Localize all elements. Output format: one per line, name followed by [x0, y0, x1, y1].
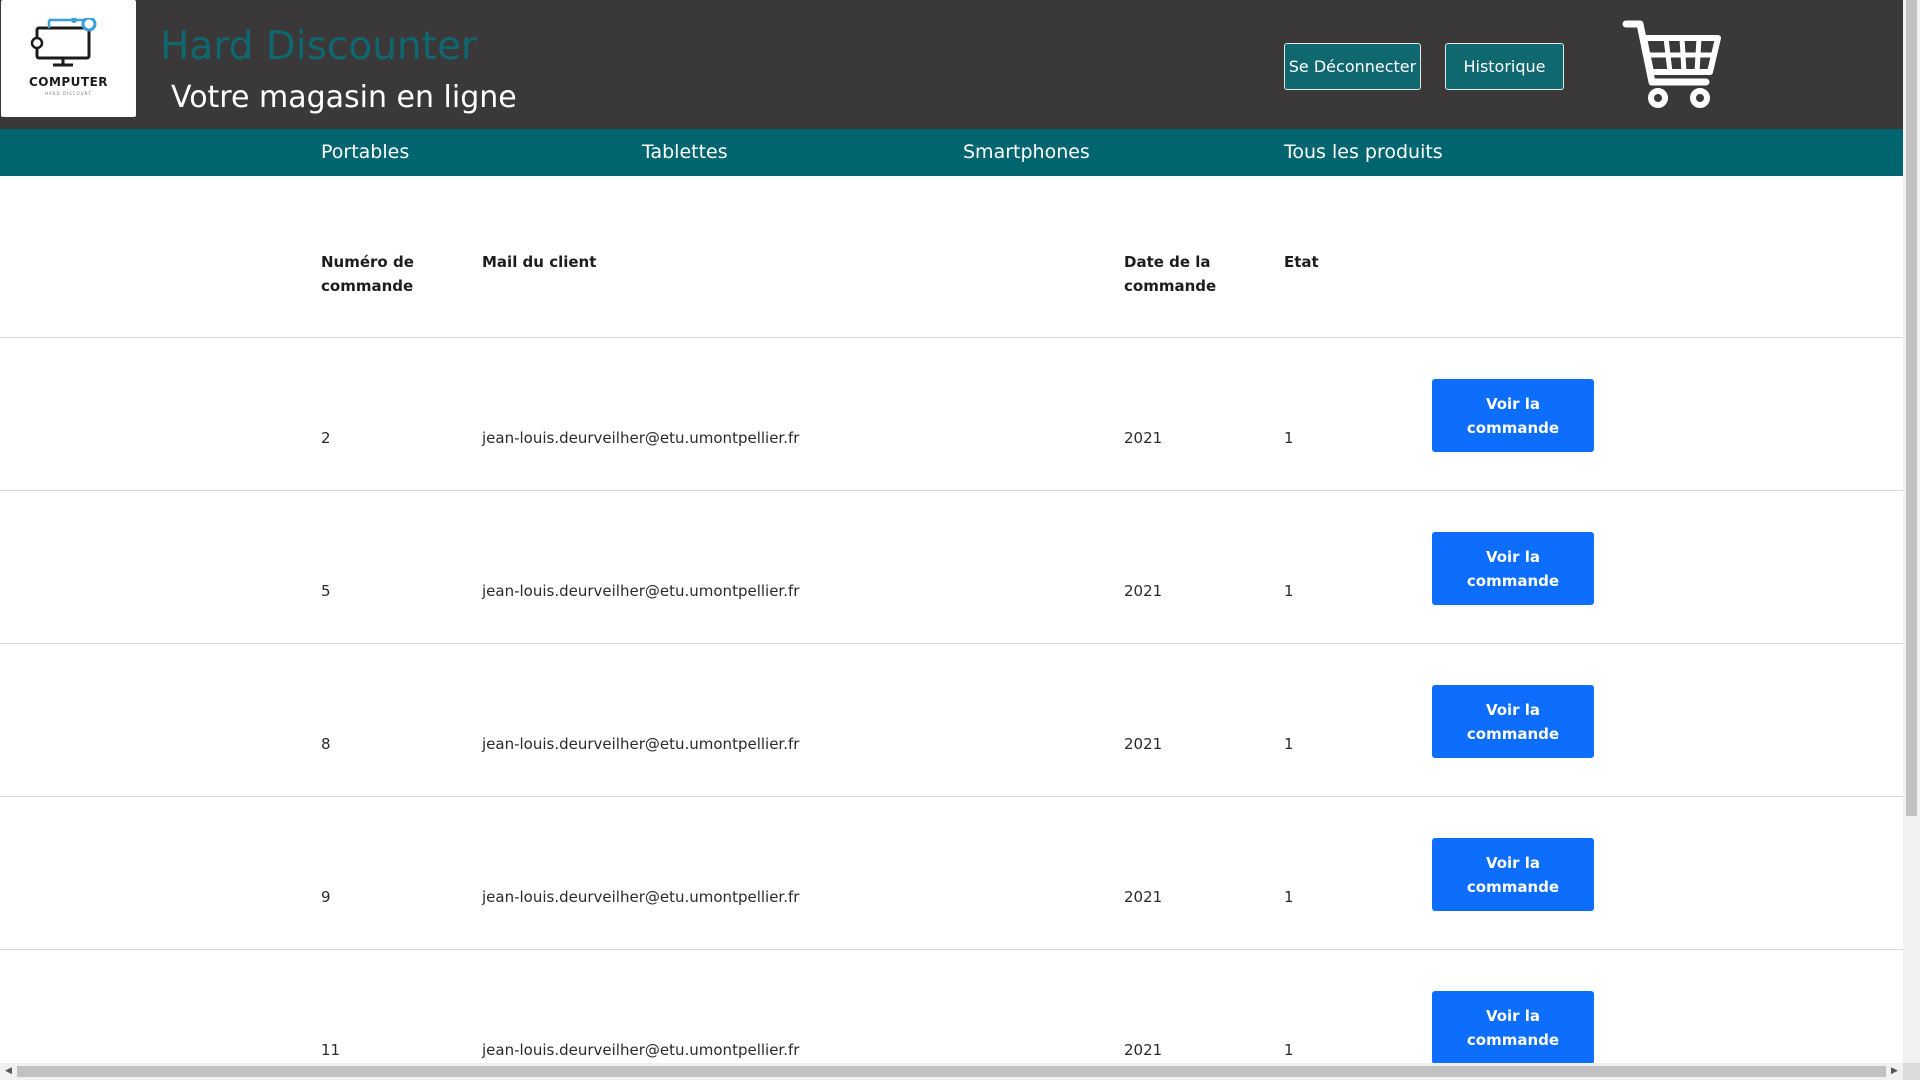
table-row: 9 jean-louis.deurveilher@etu.umontpellie… — [0, 797, 1903, 950]
horizontal-scrollbar[interactable]: ◀ ▶ — [0, 1063, 1903, 1080]
scroll-right-icon[interactable]: ▶ — [1886, 1063, 1903, 1080]
table-row: 8 jean-louis.deurveilher@etu.umontpellie… — [0, 644, 1903, 797]
view-order-button[interactable]: Voir la commande — [1432, 685, 1594, 758]
nav-item-portables[interactable]: Portables — [321, 141, 409, 163]
order-number: 8 — [321, 735, 331, 753]
nav-item-all-products[interactable]: Tous les produits — [1284, 141, 1443, 163]
order-date: 2021 — [1124, 1041, 1163, 1059]
order-status: 1 — [1284, 1041, 1294, 1059]
horizontal-scrollbar-thumb[interactable] — [17, 1066, 1886, 1077]
view-order-button[interactable]: Voir la commande — [1432, 532, 1594, 605]
order-date: 2021 — [1124, 582, 1163, 600]
scrollbar-corner — [1903, 1063, 1920, 1080]
computer-logo-icon — [30, 18, 97, 67]
column-header-order-number: Numéro de commande — [321, 253, 414, 295]
order-status: 1 — [1284, 888, 1294, 906]
nav-item-tablettes[interactable]: Tablettes — [642, 141, 728, 163]
client-mail: jean-louis.deurveilher@etu.umontpellier.… — [482, 1041, 800, 1059]
order-status: 1 — [1284, 735, 1294, 753]
site-header: COMPUTER HARD DISCOUNT Hard Discounter V… — [0, 0, 1903, 129]
scroll-left-icon[interactable]: ◀ — [0, 1063, 17, 1080]
history-button[interactable]: Historique — [1445, 43, 1564, 90]
vertical-scrollbar[interactable] — [1903, 0, 1920, 1063]
order-status: 1 — [1284, 582, 1294, 600]
nav-item-smartphones[interactable]: Smartphones — [963, 141, 1090, 163]
order-date: 2021 — [1124, 735, 1163, 753]
client-mail: jean-louis.deurveilher@etu.umontpellier.… — [482, 429, 800, 447]
logo[interactable]: COMPUTER HARD DISCOUNT — [1, 0, 136, 117]
table-row: 2 jean-louis.deurveilher@etu.umontpellie… — [0, 338, 1903, 491]
order-number: 11 — [321, 1041, 341, 1059]
vertical-scrollbar-thumb[interactable] — [1906, 0, 1917, 816]
page: COMPUTER HARD DISCOUNT Hard Discounter V… — [0, 0, 1903, 1063]
client-mail: jean-louis.deurveilher@etu.umontpellier.… — [482, 735, 800, 753]
order-number: 5 — [321, 582, 331, 600]
site-title: Hard Discounter — [160, 24, 477, 69]
category-nav: Portables Tablettes Smartphones Tous les… — [0, 129, 1903, 176]
logo-text: COMPUTER — [28, 75, 109, 89]
column-header-order-date: Date de la commande — [1124, 253, 1217, 295]
view-order-button[interactable]: Voir la commande — [1432, 991, 1594, 1063]
table-row: 5 jean-louis.deurveilher@etu.umontpellie… — [0, 491, 1903, 644]
order-number: 2 — [321, 429, 331, 447]
column-header-client-mail: Mail du client — [482, 253, 597, 271]
shopping-cart-icon[interactable] — [1622, 18, 1722, 113]
logout-button[interactable]: Se Déconnecter — [1284, 43, 1421, 90]
view-order-button[interactable]: Voir la commande — [1432, 838, 1594, 911]
table-row: 11 jean-louis.deurveilher@etu.umontpelli… — [0, 950, 1903, 1063]
client-mail: jean-louis.deurveilher@etu.umontpellier.… — [482, 582, 800, 600]
order-date: 2021 — [1124, 888, 1163, 906]
order-status: 1 — [1284, 429, 1294, 447]
order-date: 2021 — [1124, 429, 1163, 447]
site-subtitle: Votre magasin en ligne — [171, 80, 517, 115]
client-mail: jean-louis.deurveilher@etu.umontpellier.… — [482, 888, 800, 906]
column-header-status: Etat — [1284, 253, 1319, 271]
logo-tagline: HARD DISCOUNT — [45, 91, 92, 96]
view-order-button[interactable]: Voir la commande — [1432, 379, 1594, 452]
order-number: 9 — [321, 888, 331, 906]
